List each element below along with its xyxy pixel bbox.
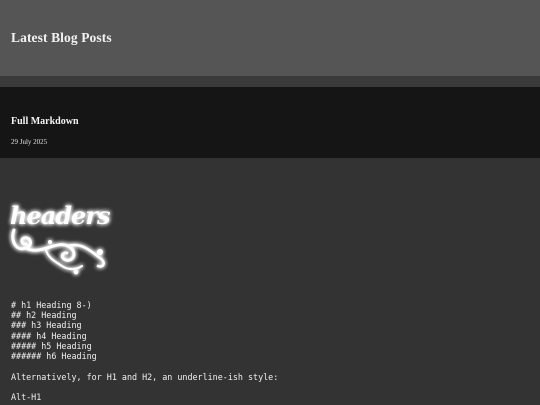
site-title-link[interactable]: Latest Blog Posts [11, 30, 112, 46]
header-separator [0, 76, 540, 87]
heading-markdown-lines: # h1 Heading 8-) ## h2 Heading ### h3 Head… [11, 300, 97, 361]
heading-line-h1: # h1 Heading 8-) [11, 300, 92, 310]
heading-line-h2: ## h2 Heading [11, 310, 77, 321]
heading-line-h4: #### h4 Heading [11, 330, 87, 341]
heading-line-h3: ### h3 Heading [11, 320, 82, 331]
headers-image-text: headers [10, 201, 111, 230]
alt-heading-note: Alternatively, for H1 and H2, an underli… [11, 372, 279, 382]
post-header: Full Markdown 29 July 2025 [0, 87, 540, 158]
headers-decorative-image: headers [6, 196, 116, 276]
heading-line-h6: ###### h6 Heading [11, 351, 97, 362]
site-header: Latest Blog Posts [0, 0, 540, 76]
post-date: 29 July 2025 [11, 138, 48, 146]
post-content: headers # h1 Heading 8-) ## h2 Heading ###… [0, 158, 540, 405]
alt-h1-line: Alt-H1 [11, 392, 42, 402]
post-title: Full Markdown [11, 116, 79, 127]
heading-line-h5: ##### h5 Heading [11, 340, 92, 351]
